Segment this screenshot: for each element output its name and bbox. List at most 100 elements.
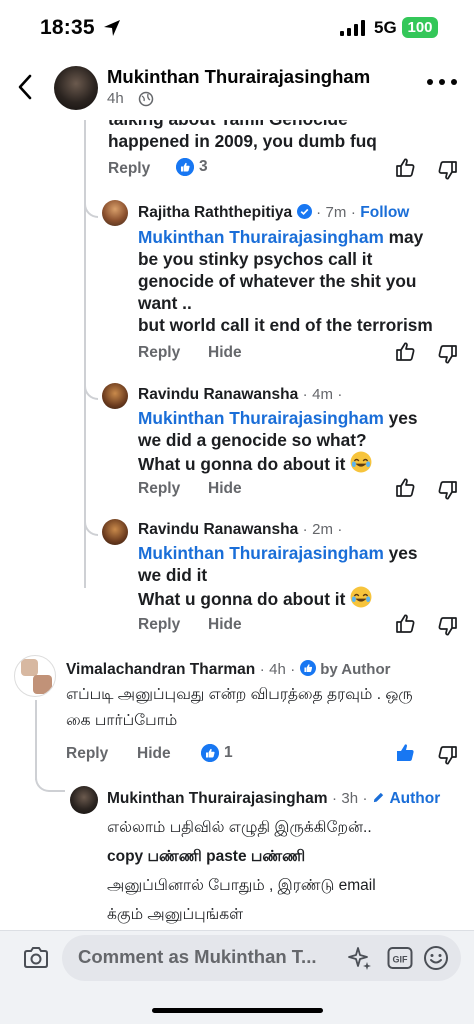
reply-button[interactable]: Reply <box>66 745 108 763</box>
like-badge-icon <box>201 744 219 762</box>
reaction-count: 3 <box>199 158 208 175</box>
comment-header: Rajitha Raththepitiya · 7m · Follow <box>138 204 410 221</box>
comment-text: எப்படி அனுப்புவது என்ற விபரத்தை தரவும் .… <box>66 686 413 703</box>
sparkle-sticker-icon[interactable] <box>347 946 373 972</box>
like-badge-icon <box>176 158 194 176</box>
author-badge: by Author <box>320 661 391 678</box>
hide-button[interactable]: Hide <box>208 616 242 634</box>
liked-icon[interactable] <box>394 742 416 764</box>
thread-connector <box>84 196 98 218</box>
comment-text: copy பண்ணி paste பண்ணி <box>107 848 306 865</box>
comment-time: 4m <box>312 386 333 403</box>
comment-time: 3h <box>341 790 359 807</box>
comment-header: Vimalachandran Tharman · 4h · by Author <box>66 660 391 678</box>
thread-connector <box>84 378 98 400</box>
comment-text: எல்லாம் பதிவில் எழுதி இருக்கிறேன்.. <box>107 819 372 836</box>
like-icon[interactable] <box>394 613 416 635</box>
gif-icon[interactable]: GIF <box>387 946 413 970</box>
commenter-name[interactable]: Mukinthan Thurairajasingham <box>107 790 327 807</box>
laughing-emoji-icon <box>350 586 372 608</box>
back-icon[interactable] <box>14 72 36 102</box>
comment-time: 7m <box>325 204 347 221</box>
author-avatar[interactable] <box>54 66 98 110</box>
dislike-icon[interactable] <box>437 479 459 501</box>
home-indicator <box>152 1008 323 1013</box>
thumb-badge-icon <box>299 660 316 676</box>
dislike-icon[interactable] <box>437 343 459 365</box>
signal-icon <box>340 20 365 36</box>
commenter-avatar[interactable] <box>102 383 128 409</box>
reply-button[interactable]: Reply <box>108 160 150 178</box>
comment-text: அனுப்பினால் போதும் , இரண்டு email <box>107 877 376 894</box>
comment-text: but world call it end of the terrorism <box>138 315 433 335</box>
comment-body: Mukinthan Thurairajasingham may be you s… <box>138 226 468 336</box>
comment-body: எல்லாம் பதிவில் எழுதி இருக்கிறேன்.. copy… <box>107 813 467 929</box>
dislike-icon[interactable] <box>437 159 459 181</box>
reaction-summary[interactable]: 1 <box>201 744 233 762</box>
commenter-avatar[interactable] <box>14 655 56 697</box>
network-label: 5G <box>374 18 397 37</box>
comment-time: 4h <box>269 661 286 678</box>
comment-placeholder: Comment as Mukinthan T... <box>78 946 317 967</box>
like-icon[interactable] <box>394 477 416 499</box>
comment-text: want .. <box>138 293 192 313</box>
dislike-icon[interactable] <box>437 744 459 766</box>
commenter-avatar[interactable] <box>102 519 128 545</box>
comment-text: be you stinky psychos call it <box>138 249 373 269</box>
reply-button[interactable]: Reply <box>138 480 180 498</box>
comment-text: happened in 2009, you dumb fuq <box>108 131 377 151</box>
like-icon[interactable] <box>394 157 416 179</box>
comment-header: Ravindu Ranawansha · 2m · <box>138 521 343 538</box>
emoji-icon[interactable] <box>423 945 449 971</box>
post-author-name[interactable]: Mukinthan Thurairajasingham <box>107 66 370 88</box>
commenter-name[interactable]: Vimalachandran Tharman <box>66 661 255 678</box>
commenter-name[interactable]: Rajitha Raththepitiya <box>138 204 292 221</box>
commenter-name[interactable]: Ravindu Ranawansha <box>138 386 298 403</box>
svg-text:GIF: GIF <box>393 955 409 965</box>
comment-text: What u gonna do about it <box>138 589 346 609</box>
commenter-name[interactable]: Ravindu Ranawansha <box>138 521 298 538</box>
reaction-count: 1 <box>224 744 233 761</box>
commenter-avatar[interactable] <box>70 786 98 814</box>
camera-icon[interactable] <box>22 946 50 970</box>
comment-text: we did a genocide so what? <box>138 430 367 450</box>
battery-indicator: 100 <box>402 17 438 38</box>
thread-connector <box>35 770 65 792</box>
comment-text: yes <box>388 408 418 428</box>
follow-button[interactable]: Follow <box>360 204 409 221</box>
comment-text: What u gonna do about it <box>138 454 346 474</box>
thread-connector <box>84 514 98 536</box>
verified-badge-icon <box>296 204 312 219</box>
status-time: 18:35 <box>40 16 95 39</box>
comment-text: கை பார்ப்போம் <box>66 712 178 729</box>
like-icon[interactable] <box>394 341 416 363</box>
author-badge: Author <box>389 790 441 807</box>
comment-header: Ravindu Ranawansha · 4m · <box>138 386 343 403</box>
comment-header: Mukinthan Thurairajasingham · 3h · Autho… <box>107 790 441 807</box>
reaction-summary[interactable]: 3 <box>176 158 208 176</box>
thread-line <box>35 700 37 780</box>
dislike-icon[interactable] <box>437 615 459 637</box>
comment-text: genocide of whatever the shit you <box>138 271 417 291</box>
comment-text: க்கும் அனுப்புங்கள் <box>107 906 244 923</box>
reply-button[interactable]: Reply <box>138 344 180 362</box>
globe-icon <box>138 91 154 107</box>
more-icon[interactable] <box>425 76 459 88</box>
comment-text-cut: talking about Tamil Genocide <box>108 120 348 130</box>
comment-text: we did it <box>138 565 208 585</box>
post-time: 4h <box>107 90 124 107</box>
reply-button[interactable]: Reply <box>138 616 180 634</box>
hide-button[interactable]: Hide <box>208 344 242 362</box>
commenter-avatar[interactable] <box>102 200 128 226</box>
comment-text: yes <box>388 543 418 563</box>
comment-time: 2m <box>312 521 333 538</box>
hide-button[interactable]: Hide <box>137 745 171 763</box>
comment-body: Mukinthan Thurairajasingham yes we did a… <box>138 407 468 475</box>
mention-link[interactable]: Mukinthan Thurairajasingham <box>138 543 384 563</box>
comment-text: may <box>388 227 424 247</box>
mention-link[interactable]: Mukinthan Thurairajasingham <box>138 408 384 428</box>
location-arrow-icon <box>104 20 120 36</box>
hide-button[interactable]: Hide <box>208 480 242 498</box>
mention-link[interactable]: Mukinthan Thurairajasingham <box>138 227 384 247</box>
laughing-emoji-icon <box>350 451 372 473</box>
